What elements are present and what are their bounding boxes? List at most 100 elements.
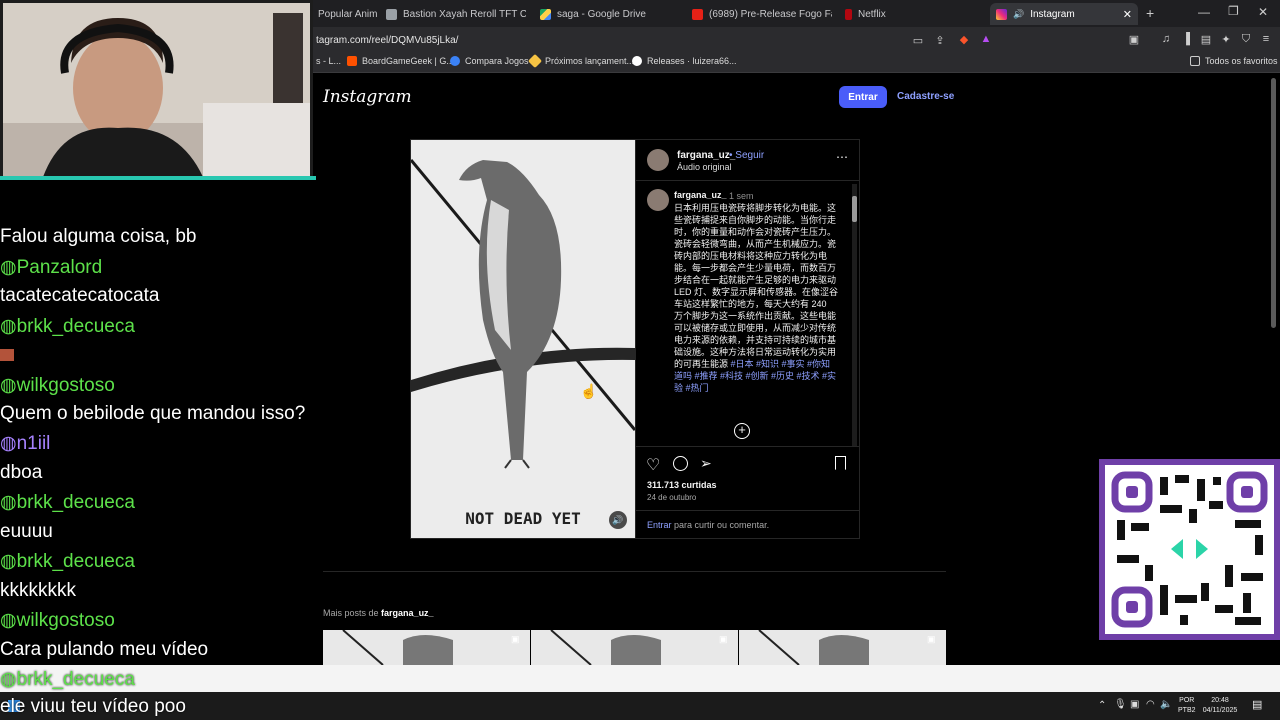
close-window-icon[interactable]: ✕ [1258,5,1268,19]
follow-link[interactable]: • Seguir [729,150,764,161]
tray-chevron-icon[interactable]: ⌃ [1098,700,1106,711]
more-post-thumb-2[interactable]: ▣ [531,630,738,665]
tab-label: saga - Google Drive [557,8,646,20]
more-posts-user[interactable]: fargana_uz_ [381,608,434,618]
wifi-icon[interactable]: ◠ [1146,699,1155,710]
screen-icon[interactable]: ▭ [910,34,926,47]
minimize-icon[interactable]: — [1198,5,1210,19]
tab-bastion[interactable]: Bastion Xayah Reroll TFT Comp G [386,3,526,25]
webcam-accent [0,176,316,180]
divider [636,510,859,511]
lang-primary: POR [1179,697,1195,704]
caption-scrollbar[interactable] [852,184,857,446]
chat-username-text: n1iil [16,433,51,454]
notification-icon[interactable]: ▤ [1252,698,1262,711]
clock[interactable]: 20:48 04/11/2025 [1200,696,1240,716]
bookmark-all[interactable]: Todos os favoritos [1190,56,1278,66]
bookmark-label: Próximos lançament... [545,56,635,66]
url-field[interactable]: tagram.com/reel/DQMVu85jLka/ [316,35,458,46]
stream-chat: Falou alguma coisa, bb ◍Panzalord tacate… [0,226,316,696]
diamond-icon [527,53,543,69]
brave-shield-icon[interactable]: ◆ [956,33,972,46]
panel-icon[interactable]: ▐ [1178,33,1194,45]
leo-icon[interactable]: ✦ [1218,33,1234,46]
bookmark-1[interactable]: s - L... [316,56,341,66]
login-prompt-link[interactable]: Entrar [647,520,672,530]
tray-app-icon[interactable]: ▣ [1130,699,1139,710]
caption-username[interactable]: fargana_uz_ [674,190,727,200]
login-prompt-text: para curtir ou comentar. [674,520,770,530]
chat-message: tacatecatecatocata [0,285,160,306]
wallet-icon[interactable]: ▤ [1198,33,1214,46]
chat-username-text: Panzalord [16,257,103,278]
share-icon[interactable]: ➢ [700,455,712,472]
likes-count[interactable]: 311.713 curtidas [647,480,717,490]
language-indicator[interactable]: POR PTB2 [1178,696,1196,716]
post-side-panel: fargana_uz_ • Seguir Áudio original ⋯ fa… [635,140,859,538]
sidebar-icon[interactable]: ▣ [1126,33,1142,46]
signup-link[interactable]: Cadastre-se [897,91,954,102]
chat-message: dboa [0,462,43,483]
chat-username: ◍brkk_decueca [0,492,135,513]
bookmark-compara[interactable]: Compara Jogos [450,56,529,66]
chat-username: ◍brkk_decueca [0,669,135,690]
rewards-icon[interactable]: ▲ [978,33,994,45]
volume-tray-icon[interactable]: 🔈 [1160,699,1172,710]
post-username[interactable]: fargana_uz_ [677,150,735,161]
caption-time: 1 sem [729,191,754,201]
hawk-thumb [342,630,453,665]
music-icon[interactable]: ♫ [1158,33,1174,45]
bookmark-icon[interactable] [835,456,846,470]
more-options-icon[interactable]: ⋯ [836,150,849,164]
tab-netflix[interactable]: Netflix [845,3,985,25]
bookmark-label: s - L... [316,56,342,66]
tab-youtube[interactable]: (6989) Pre-Release Fogo Fantasm [692,3,832,25]
caption-avatar[interactable] [647,189,669,211]
comment-icon[interactable] [673,456,688,471]
like-icon[interactable]: ♡ [646,455,660,475]
scroll-thumb[interactable] [852,196,857,222]
tab-instagram[interactable]: 🔊 Instagram ✕ [990,3,1138,25]
tab-google-drive[interactable]: saga - Google Drive [540,3,680,25]
avatar[interactable] [647,149,669,171]
mic-icon[interactable]: 🎙 [1114,699,1127,710]
more-post-thumb-1[interactable]: ▣ [323,630,530,665]
chat-message: Cara pulando meu vídeo [0,639,209,660]
section-divider [323,571,946,572]
tab-popular[interactable]: Popular Anim [318,3,378,25]
maximize-icon[interactable]: ❐ [1228,4,1239,18]
close-tab-icon[interactable]: ✕ [1123,8,1132,21]
new-tab-icon[interactable]: + [1146,5,1154,21]
clock-date: 04/11/2025 [1202,707,1238,714]
tab-label: Popular Anim [318,8,378,20]
vpn-icon[interactable]: ⛉ [1238,33,1254,46]
chat-username: ◍brkk_decueca [0,551,135,572]
chat-username-text: brkk_decueca [16,316,135,337]
bookmark-label: BoardGameGeek | G... [362,56,454,66]
volume-icon[interactable]: 🔊 [609,511,627,529]
lang-secondary: PTB2 [1178,707,1196,714]
audio-label[interactable]: Áudio original [677,162,732,172]
chat-username-text: brkk_decueca [16,669,135,690]
qr-pattern [1111,471,1268,628]
bookmark-releases[interactable]: Releases · luizera66... [632,56,737,66]
qr-code-overlay [1099,459,1280,640]
instagram-icon [996,8,1007,20]
bookmark-proximos[interactable]: Próximos lançament... [527,53,635,69]
chat-username: ◍brkk_decueca [0,316,135,337]
page-scrollbar[interactable] [1271,78,1276,328]
bookmark-bgg[interactable]: BoardGameGeek | G... [347,56,454,66]
instagram-logo[interactable]: Instagram [323,87,412,107]
post-media[interactable]: NOT DEAD YET 🔊 [411,140,635,538]
github-icon [632,56,642,66]
chat-username-text: wilkgostoso [16,375,115,396]
share-icon[interactable]: ⇪ [932,34,948,47]
more-post-thumb-3[interactable]: ▣ [739,630,946,665]
speaker-icon: 🔊 [1013,8,1025,19]
login-button[interactable]: Entrar [839,86,887,108]
netflix-icon [845,8,852,20]
menu-icon[interactable]: ≡ [1258,33,1274,45]
tab-favicon-icon [386,8,397,20]
add-comment-icon[interactable]: + [734,423,750,439]
bgg-icon [347,56,357,66]
